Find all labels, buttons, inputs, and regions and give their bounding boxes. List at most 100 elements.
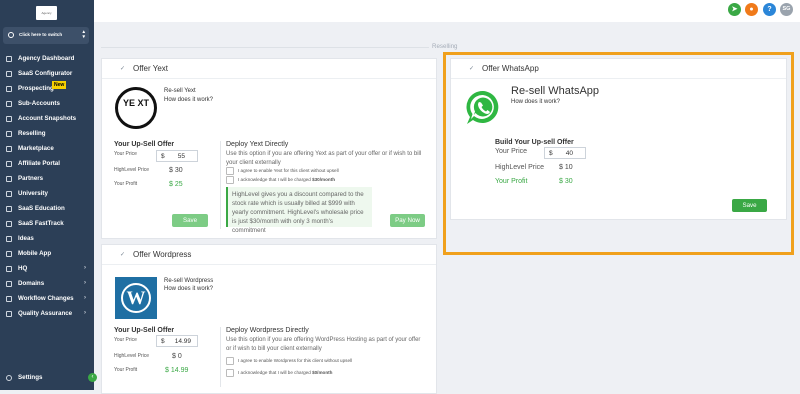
switch-account-button[interactable]: Click here to switch ▴ ▾	[3, 27, 89, 44]
highlevel-price-label: HighLevel Price	[114, 353, 150, 359]
acknowledge-label: I acknowledge that I will be charged $0/…	[238, 370, 333, 375]
your-price-label: Your Price	[114, 337, 137, 343]
whatsapp-logo	[465, 89, 501, 127]
sidebar-item-label: Sub-Accounts	[18, 100, 60, 107]
divider	[220, 327, 221, 387]
sidebar-item-settings[interactable]: Settings	[0, 373, 94, 385]
chevron-down-icon: ✓	[469, 66, 475, 72]
section-label: Reselling	[432, 43, 458, 50]
sidebar-item-label: Workflow Changes	[18, 295, 74, 302]
agree-checkbox[interactable]	[226, 167, 234, 175]
sidebar-item-mobile-app[interactable]: Mobile App	[0, 247, 94, 262]
chevron-down-icon: ✓	[120, 252, 126, 258]
marketplace-icon	[6, 146, 12, 152]
sidebar-item-label: HQ	[18, 265, 28, 272]
sidebar-item-account-snapshots[interactable]: Account Snapshots	[0, 112, 94, 127]
yext-logo: YE XT	[115, 87, 157, 129]
your-profit: $ 25	[169, 181, 183, 188]
hq-icon	[6, 266, 12, 272]
sidebar-item-label: Prospecting	[18, 85, 54, 92]
agency-logo[interactable]: Agency	[36, 6, 57, 20]
help-icon[interactable]: ?	[763, 3, 776, 16]
your-price-label: Your Price	[114, 151, 137, 157]
whatsapp-card: ✓ Offer WhatsApp Re-sell WhatsApp How do…	[450, 58, 787, 220]
sidebar-item-label: Mobile App	[18, 250, 52, 257]
fasttrack-icon	[6, 221, 12, 227]
avatar[interactable]: SG	[780, 3, 793, 16]
acknowledge-label: I acknowledge that I will be charged $30…	[238, 177, 336, 182]
sidebar-item-label: Ideas	[18, 235, 34, 242]
sidebar-item-prospecting[interactable]: Prospecting New	[0, 81, 94, 97]
megaphone-icon[interactable]: ➤	[728, 3, 741, 16]
save-button[interactable]: Save	[172, 214, 208, 227]
domains-icon	[6, 281, 12, 287]
chevron-updown-icon: ▴ ▾	[82, 29, 85, 40]
new-badge: New	[52, 81, 67, 89]
sidebar-item-workflow-changes[interactable]: Workflow Changes ›	[0, 292, 94, 307]
collapse-sidebar-button[interactable]: ‹	[88, 373, 97, 382]
sidebar-item-label: SaaS Education	[18, 205, 65, 212]
snapshots-icon	[6, 116, 12, 122]
your-profit: $ 30	[559, 178, 573, 185]
discount-note: HighLevel gives you a discount compared …	[226, 187, 372, 234]
switch-label: Click here to switch	[19, 32, 63, 37]
sidebar-item-quality-assurance[interactable]: Quality Assurance ›	[0, 307, 94, 322]
your-price-input[interactable]: $14.99	[156, 335, 198, 347]
chevron-right-icon: ›	[84, 310, 86, 316]
sidebar-item-hq[interactable]: HQ ›	[0, 262, 94, 277]
mobile-icon	[6, 251, 12, 257]
how-it-works-link[interactable]: How does it work?	[164, 96, 213, 105]
your-price-input[interactable]: $40	[544, 147, 586, 159]
sidebar-nav: Agency Dashboard SaaS Configurator Prospec…	[0, 52, 94, 322]
deploy-title: Deploy Wordpress Directly	[226, 327, 309, 334]
how-it-works-link[interactable]: How does it work?	[164, 285, 213, 294]
pay-now-button[interactable]: Pay Now	[390, 214, 425, 227]
sidebar-item-label: SaaS FastTrack	[18, 220, 64, 227]
bell-icon[interactable]: ●	[745, 3, 758, 16]
sidebar-item-agency-dashboard[interactable]: Agency Dashboard	[0, 52, 94, 67]
sidebar-item-marketplace[interactable]: Marketplace	[0, 142, 94, 157]
sidebar-item-label: Agency Dashboard	[18, 55, 75, 62]
university-icon	[6, 191, 12, 197]
your-profit-label: Your Profit	[114, 181, 138, 187]
card-title: Offer WhatsApp	[482, 64, 539, 73]
save-button[interactable]: Save	[732, 199, 767, 212]
wordpress-card: ✓ Offer Wordpress W Re-sell Wordpress Ho…	[101, 244, 437, 394]
chevron-down-icon: ✓	[120, 66, 126, 72]
sidebar-item-reselling[interactable]: Reselling	[0, 127, 94, 142]
sidebar-item-partners[interactable]: Partners	[0, 172, 94, 187]
sidebar-item-affiliate-portal[interactable]: Affiliate Portal	[0, 157, 94, 172]
card-title: Offer Wordpress	[133, 250, 192, 259]
highlevel-price: $ 30	[169, 167, 183, 174]
highlevel-price-label: HighLevel Price	[495, 164, 545, 171]
sidebar-item-label: Affiliate Portal	[18, 160, 60, 167]
wordpress-card-header[interactable]: ✓ Offer Wordpress	[102, 245, 436, 265]
agree-label: I agree to enable Yext for this client w…	[238, 168, 339, 173]
whatsapp-card-header[interactable]: ✓ Offer WhatsApp	[451, 59, 786, 79]
deploy-description: Use this option if you are offering Word…	[226, 337, 421, 352]
sidebar-item-ideas[interactable]: Ideas	[0, 232, 94, 247]
yext-card-header[interactable]: ✓ Offer Yext	[102, 59, 436, 79]
sidebar-item-label: University	[18, 190, 48, 197]
agree-checkbox[interactable]	[226, 357, 234, 365]
sidebar-item-sub-accounts[interactable]: Sub-Accounts	[0, 97, 94, 112]
sidebar-item-university[interactable]: University	[0, 187, 94, 202]
sidebar-item-domains[interactable]: Domains ›	[0, 277, 94, 292]
highlevel-price: $ 10	[559, 164, 573, 171]
acknowledge-checkbox[interactable]	[226, 369, 234, 377]
sidebar-item-label: Partners	[18, 175, 44, 182]
sidebar-item-label: Domains	[18, 280, 45, 287]
partners-icon	[6, 176, 12, 182]
your-profit-label: Your Profit	[114, 367, 138, 373]
dashboard-icon	[6, 56, 12, 62]
sidebar-item-saas-education[interactable]: SaaS Education	[0, 202, 94, 217]
deploy-title: Deploy Yext Directly	[226, 141, 289, 148]
education-icon	[6, 206, 12, 212]
how-it-works-link[interactable]: How does it work?	[511, 98, 560, 107]
agree-label: I agree to enable Wordpress for this cli…	[238, 358, 353, 363]
sidebar-item-saas-fasttrack[interactable]: SaaS FastTrack	[0, 217, 94, 232]
acknowledge-checkbox[interactable]	[226, 176, 234, 184]
prospecting-icon	[6, 86, 12, 92]
sidebar-item-saas-configurator[interactable]: SaaS Configurator	[0, 67, 94, 82]
your-price-input[interactable]: $55	[156, 150, 198, 162]
